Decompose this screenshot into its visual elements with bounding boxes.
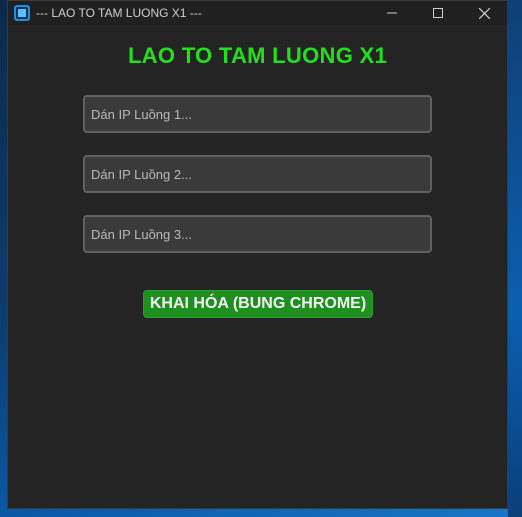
ip-input-2[interactable] [83,155,432,193]
app-icon [14,5,30,21]
close-icon [478,7,490,19]
activate-button[interactable]: KHAI HÓA (BUNG CHROME) [143,290,373,318]
maximize-button[interactable] [415,1,461,25]
ip-input-3[interactable] [83,215,432,253]
minimize-icon [387,12,397,14]
minimize-button[interactable] [369,1,415,25]
caption-buttons [369,1,507,25]
app-window: --- LAO TO TAM LUONG X1 --- LAO TO TAM L… [7,0,508,509]
title-bar[interactable]: --- LAO TO TAM LUONG X1 --- [8,1,507,25]
window-title: --- LAO TO TAM LUONG X1 --- [36,6,202,20]
ip-input-1[interactable] [83,95,432,133]
close-button[interactable] [461,1,507,25]
maximize-icon [433,8,443,18]
page-title: LAO TO TAM LUONG X1 [127,43,388,68]
desktop-background [508,0,522,517]
